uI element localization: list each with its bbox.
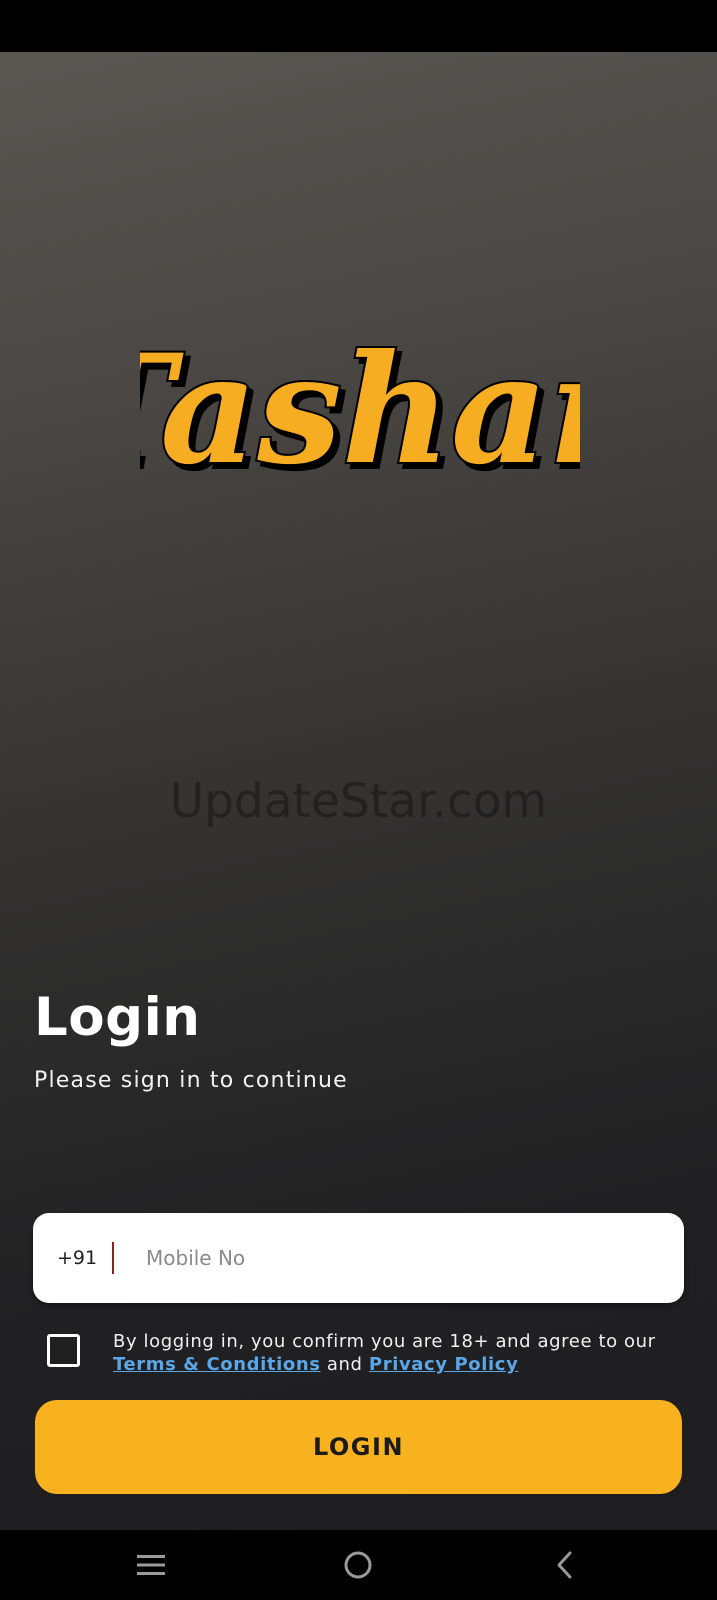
recents-button[interactable] [91, 1530, 211, 1600]
agreement-prefix: By logging in, you confirm you are 18+ a… [113, 1331, 656, 1352]
status-bar [0, 0, 717, 52]
back-icon [557, 1551, 572, 1579]
mobile-input[interactable] [144, 1245, 628, 1271]
privacy-link[interactable]: Privacy Policy [369, 1354, 519, 1375]
home-button[interactable] [298, 1530, 418, 1600]
back-button[interactable] [505, 1530, 625, 1600]
system-nav-bar [0, 1530, 717, 1600]
terms-link[interactable]: Terms & Conditions [113, 1354, 321, 1375]
agreement-text: By logging in, you confirm you are 18+ a… [113, 1330, 693, 1376]
logo-text: Tashan [140, 322, 580, 498]
field-divider [112, 1242, 114, 1274]
agree-checkbox[interactable] [47, 1334, 80, 1367]
home-icon [344, 1551, 372, 1579]
login-button[interactable]: LOGIN [35, 1400, 682, 1494]
menu-icon [137, 1555, 165, 1575]
page-title: Login [34, 987, 201, 1048]
mobile-number-field[interactable]: +91 [33, 1213, 684, 1303]
page-subtitle: Please sign in to continue [34, 1068, 348, 1093]
tashan-logo: Tashan [61, 302, 659, 542]
login-screen: Tashan UpdateStar.com Login Please sign … [0, 52, 717, 1530]
agreement-and: and [326, 1354, 363, 1375]
country-code[interactable]: +91 [57, 1247, 97, 1269]
watermark: UpdateStar.com [169, 774, 548, 829]
